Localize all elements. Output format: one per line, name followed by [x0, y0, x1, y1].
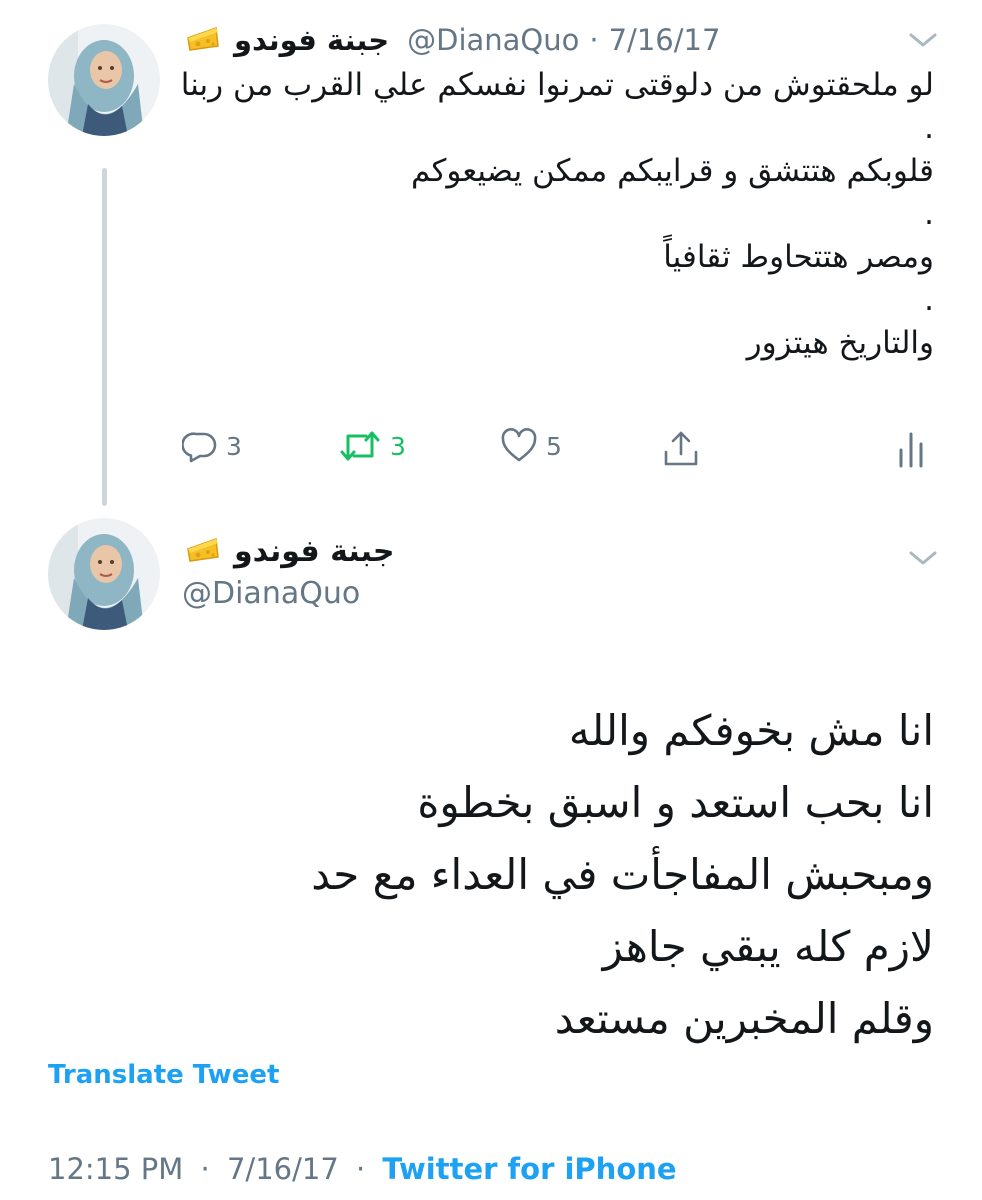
tweet-source-link[interactable]: Twitter for iPhone: [382, 1152, 676, 1186]
separator-dot: ·: [200, 1152, 210, 1186]
tweet-text-line: .: [924, 196, 934, 232]
cheese-icon: [186, 24, 220, 56]
tweet-metadata: 12:15 PM · 7/16/17 · Twitter for iPhone: [48, 1152, 677, 1186]
avatar-image: [48, 24, 160, 136]
display-name[interactable]: جبنة فوندو: [234, 23, 389, 57]
tweet-text-line: انا بحب استعد و اسبق بخطوة: [417, 778, 934, 827]
retweet-count: 3: [390, 431, 406, 461]
analytics-button[interactable]: [896, 430, 934, 470]
tweet-text-line: ومبحبش المفاجأت في العداء مع حد: [311, 850, 934, 899]
thread-connector-line: [102, 168, 107, 506]
tweet-date[interactable]: 7/16/17: [609, 23, 721, 57]
like-button[interactable]: 5: [500, 428, 562, 464]
user-handle[interactable]: @DianaQuo: [182, 576, 360, 611]
heart-icon: [501, 428, 537, 462]
tweet-actions: 3 3 5: [178, 420, 938, 480]
tweet-time: 12:15 PM: [48, 1152, 184, 1186]
like-count: 5: [546, 431, 562, 461]
tweet-text-line: .: [924, 110, 934, 146]
tweet-text-line: ومصر هتتحاوط ثقافياً: [663, 239, 934, 275]
separator-dot: ·: [589, 23, 599, 57]
tweet-text-line: وقلم المخبرين مستعد: [554, 994, 934, 1043]
tweet-text-line: قلوبكم هتتشق و قرايبكم ممكن يضيعوكم: [410, 153, 934, 189]
avatar[interactable]: [48, 518, 160, 630]
tweet-text-line: لازم كله يبقي جاهز: [602, 922, 934, 971]
share-icon: [664, 431, 698, 466]
avatar[interactable]: [48, 24, 160, 136]
tweet-text-line: لو ملحقتوش من دلوقتى تمرنوا نفسكم علي ال…: [180, 67, 934, 103]
tweet-header: جبنة فوندو @DianaQuo · 7/16/17: [182, 20, 720, 60]
avatar-image: [48, 518, 160, 630]
reply-button[interactable]: 3: [182, 428, 242, 464]
tweet-text-line: .: [924, 282, 934, 318]
reply-count: 3: [226, 431, 242, 461]
tweet-text: انا مش بخوفكم والله انا بحب استعد و اسبق…: [34, 695, 934, 1055]
analytics-icon: [899, 432, 923, 468]
display-name[interactable]: جبنة فوندو: [234, 534, 394, 569]
retweet-icon: [340, 431, 380, 461]
chevron-down-icon[interactable]: [908, 30, 938, 50]
tweet-text-line: والتاريخ هيتزور: [746, 325, 934, 361]
cheese-icon: [186, 535, 220, 567]
translate-tweet-link[interactable]: Translate Tweet: [48, 1060, 279, 1090]
share-button[interactable]: [662, 428, 708, 468]
tweet-text-line: انا مش بخوفكم والله: [568, 706, 934, 755]
tweet-date: 7/16/17: [226, 1152, 339, 1186]
separator-dot: ·: [355, 1152, 366, 1186]
reply-icon: [182, 432, 217, 463]
retweet-button[interactable]: 3: [338, 428, 406, 464]
user-handle[interactable]: @DianaQuo: [407, 23, 579, 57]
tweet-author-name-row: جبنة فوندو: [182, 530, 394, 572]
tweet-text: لو ملحقتوش من دلوقتى تمرنوا نفسكم علي ال…: [174, 64, 934, 365]
chevron-down-icon[interactable]: [908, 548, 938, 568]
